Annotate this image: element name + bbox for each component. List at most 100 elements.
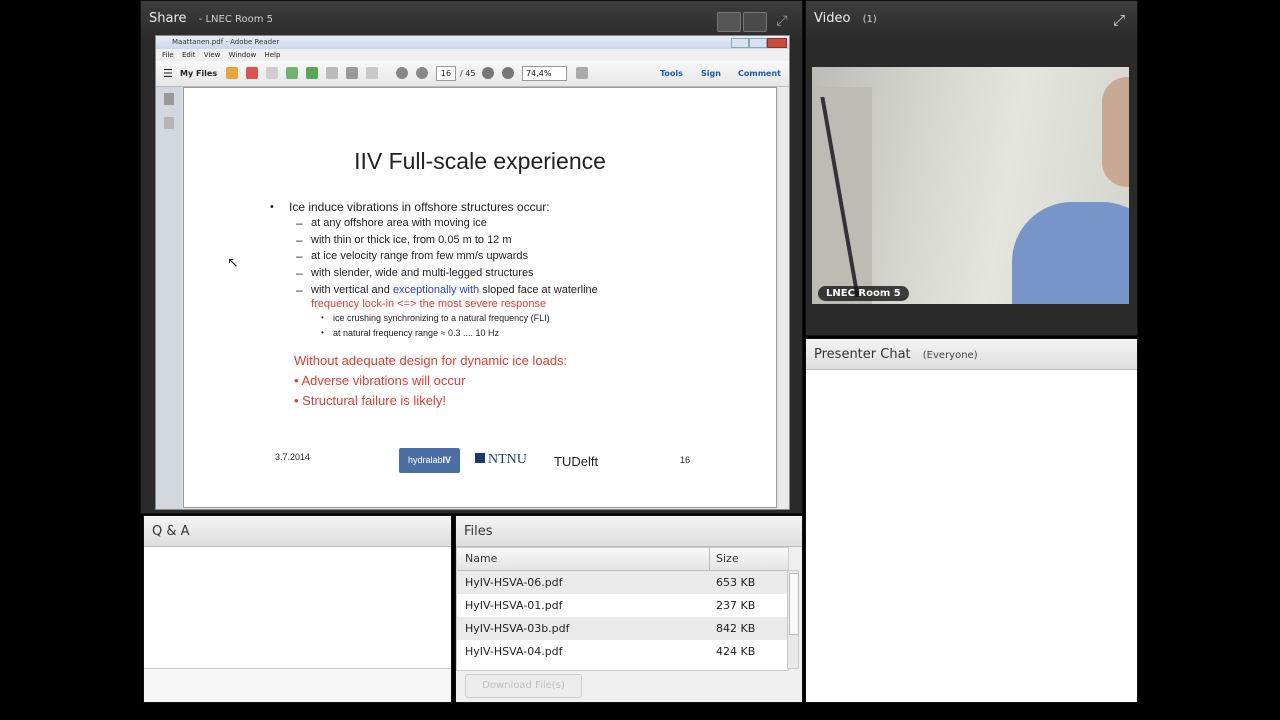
qa-title: Q & A — [152, 524, 190, 539]
ntnu-logo: NTNU — [475, 452, 527, 468]
files-scrollbar[interactable] — [787, 570, 799, 669]
menu-lines-icon[interactable]: ☰ — [163, 67, 173, 80]
menu-edit[interactable]: Edit — [182, 51, 196, 59]
file-row[interactable]: HyIV-HSVA-03b.pdf 842 KB — [457, 617, 788, 640]
files-header-row: Name Size — [457, 548, 788, 571]
comment-link[interactable]: Comment — [738, 69, 781, 78]
page-up-icon[interactable] — [396, 67, 408, 79]
attachments-icon[interactable] — [164, 117, 174, 129]
chat-pod-header: Presenter Chat (Everyone) — [806, 339, 1137, 370]
reader-toolbar: ☰ My Files 16 / 45 74,4% Tools Sign Comm… — [156, 61, 789, 87]
file-size: 842 KB — [716, 622, 756, 635]
file-name: HyIV-HSVA-04.pdf — [465, 645, 563, 658]
file-name: HyIV-HSVA-06.pdf — [465, 576, 563, 589]
files-title: Files — [464, 524, 493, 539]
lock-in-text: frequency lock-in <=> the most severe re… — [311, 298, 547, 310]
presenter-chat-pod: Presenter Chat (Everyone) — [805, 338, 1138, 703]
file-size: 424 KB — [716, 645, 756, 658]
files-scrollbar-thumb[interactable] — [789, 573, 799, 635]
sub-bullet-4: with slender, wide and multi-legged stru… — [311, 267, 534, 279]
menu-window[interactable]: Window — [229, 51, 257, 59]
reader-titlebar: Maattanen.pdf - Adobe Reader — [156, 36, 789, 49]
file-row[interactable]: HyIV-HSVA-01.pdf 237 KB — [457, 594, 788, 617]
edit-icon[interactable] — [266, 67, 278, 79]
create-icon[interactable] — [226, 67, 238, 79]
share-title: Share — [149, 11, 187, 26]
video-wall-shadow — [812, 87, 872, 304]
sub-bullet-5: with vertical and exceptionally with slo… — [311, 284, 598, 296]
maximize-button[interactable] — [749, 38, 767, 48]
video-fullscreen-icon[interactable]: ⤢ — [1113, 11, 1125, 29]
bullet-main: Ice induce vibrations in offshore struct… — [289, 200, 550, 214]
chat-title: Presenter Chat — [814, 347, 911, 362]
layout-icon[interactable] — [717, 12, 741, 32]
video-person-head — [1102, 77, 1129, 187]
save-icon[interactable] — [326, 67, 338, 79]
column-header-name[interactable]: Name — [465, 548, 497, 570]
file-name: HyIV-HSVA-03b.pdf — [465, 622, 570, 635]
video-count: (1) — [862, 14, 877, 25]
share-subtitle: - LNEC Room 5 — [198, 14, 273, 25]
zoom-in-icon[interactable] — [502, 67, 514, 79]
sign-link[interactable]: Sign — [701, 69, 721, 78]
sub-bullet-1: at any offshore area with moving ice — [311, 217, 487, 229]
column-divider — [709, 548, 710, 570]
qa-pod: Q & A — [143, 515, 452, 703]
my-files-button[interactable]: My Files — [180, 69, 217, 78]
video-name-tag: LNEC Room 5 — [818, 286, 909, 301]
chat-scope[interactable]: (Everyone) — [923, 350, 978, 361]
mouse-cursor-icon: ↖ — [227, 255, 239, 271]
layout-alt-icon[interactable] — [743, 12, 767, 32]
warning-heading: Without adequate design for dynamic ice … — [294, 353, 568, 368]
detail-dot-1: • — [321, 313, 324, 322]
download-files-button[interactable]: Download File(s) — [465, 674, 582, 698]
file-row[interactable]: HyIV-HSVA-04.pdf 424 KB — [457, 640, 788, 663]
detail-dot-2: • — [321, 328, 324, 337]
files-table: Name Size HyIV-HSVA-06.pdf 653 KB HyIV-H… — [456, 547, 789, 671]
slide-title: IIV Full-scale experience — [354, 148, 606, 174]
file-name: HyIV-HSVA-01.pdf — [465, 599, 563, 612]
page-total: / 45 — [460, 69, 476, 78]
dash-5: – — [296, 283, 303, 297]
share-pod-header: Share - LNEC Room 5 — [141, 1, 802, 37]
sub-bullet-3: at ice velocity range from few mm/s upwa… — [311, 250, 529, 262]
zoom-select[interactable]: 74,4% — [522, 66, 567, 81]
bullet-main-dot: • — [270, 201, 274, 213]
page-thumbnails-icon[interactable] — [164, 93, 174, 105]
reader-scrollbar[interactable] — [779, 87, 789, 509]
qa-pod-header: Q & A — [144, 516, 451, 547]
combine-icon[interactable] — [246, 67, 258, 79]
fullscreen-icon[interactable]: ⤢ — [773, 12, 791, 30]
hydralab-logo-text: hydralab — [407, 455, 443, 465]
dash-4: – — [296, 266, 303, 280]
page-down-icon[interactable] — [416, 67, 428, 79]
menu-help[interactable]: Help — [264, 51, 280, 59]
minimize-button[interactable] — [731, 38, 749, 48]
cloud-icon[interactable] — [286, 67, 298, 79]
reader-window-title: Maattanen.pdf - Adobe Reader — [172, 38, 280, 46]
video-pod-header: Video (1) — [806, 1, 1137, 37]
zoom-out-icon[interactable] — [482, 67, 494, 79]
dash-1: – — [296, 216, 303, 230]
fit-page-icon[interactable] — [576, 67, 588, 79]
sub-bullet-5-part-c: sloped face at waterline — [479, 284, 598, 296]
mail-icon[interactable] — [366, 67, 378, 79]
tools-link[interactable]: Tools — [660, 69, 683, 78]
reader-left-rail — [156, 87, 182, 509]
hydralab-logo-suffix: IV — [442, 455, 452, 465]
video-pod: Video (1) ⤢ LNEC Room 5 — [805, 0, 1138, 336]
detail-2: at natural frequency range ≈ 0.3 .... 10… — [333, 328, 500, 338]
dash-2: – — [296, 233, 303, 247]
sub-bullet-5-highlight: exceptionally with — [392, 284, 480, 296]
menu-file[interactable]: File — [162, 51, 174, 59]
file-size: 237 KB — [716, 599, 756, 612]
column-header-size[interactable]: Size — [716, 548, 739, 570]
qa-input-area[interactable] — [144, 668, 451, 702]
tudelft-logo: TUDelft — [554, 454, 599, 469]
page-number-input[interactable]: 16 — [436, 66, 456, 81]
close-button[interactable] — [767, 38, 787, 48]
menu-view[interactable]: View — [204, 51, 221, 59]
upload-icon[interactable] — [306, 67, 318, 79]
print-icon[interactable] — [346, 67, 358, 79]
file-row[interactable]: HyIV-HSVA-06.pdf 653 KB — [457, 571, 788, 594]
